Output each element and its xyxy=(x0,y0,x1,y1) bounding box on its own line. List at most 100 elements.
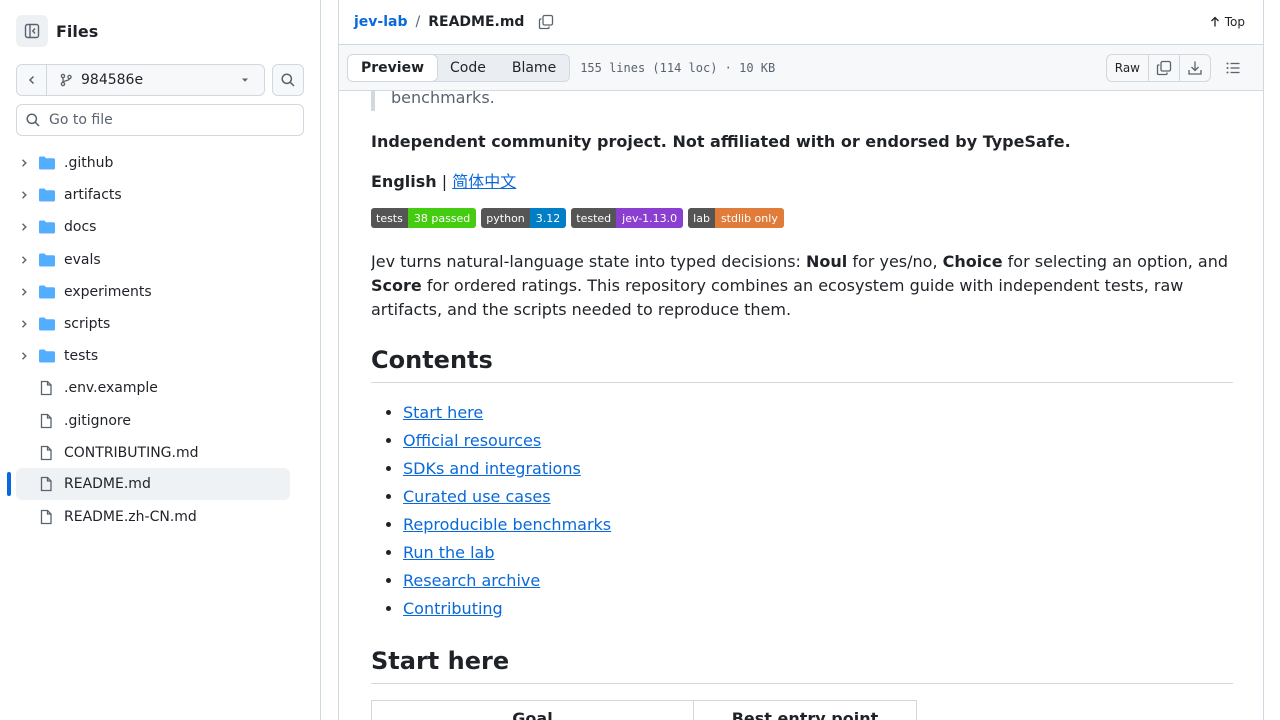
blockquote-text: benchmarks. xyxy=(391,91,495,107)
language-separator: | xyxy=(441,172,448,191)
toc-link[interactable]: Start here xyxy=(403,403,483,422)
list-outline-icon xyxy=(1226,62,1240,73)
intro-paragraph: Jev turns natural-language state into ty… xyxy=(371,250,1233,322)
tree-folder-evals[interactable]: evals xyxy=(16,244,290,276)
chevron-right-icon[interactable] xyxy=(16,319,32,329)
tree-file-env-example[interactable]: .env.example xyxy=(16,372,290,404)
file-toolbar: Preview Code Blame 155 lines (114 loc) ·… xyxy=(339,45,1263,91)
file-view: jev-lab / README.md Top Preview Code Bla… xyxy=(338,0,1264,720)
toc-link[interactable]: Run the lab xyxy=(403,543,495,562)
sidebar-title: Files xyxy=(56,21,99,41)
download-button[interactable] xyxy=(1179,54,1210,81)
arrow-up-icon xyxy=(1210,16,1219,27)
copy-path-button[interactable] xyxy=(538,14,554,30)
file-icon xyxy=(38,476,56,492)
tree-file-contributing[interactable]: CONTRIBUTING.md xyxy=(16,437,290,469)
sidebar-header: Files xyxy=(16,15,98,47)
toc-link[interactable]: SDKs and integrations xyxy=(403,459,581,478)
file-icon xyxy=(38,509,56,525)
breadcrumb: jev-lab / README.md Top xyxy=(339,0,1263,45)
top-link-label: Top xyxy=(1224,15,1245,29)
badge-row: tests 38 passed python 3.12 tested jev-1.13… xyxy=(371,208,1233,228)
badge-value: stdlib only xyxy=(714,208,784,228)
chevron-right-icon[interactable] xyxy=(16,351,32,361)
tree-folder-artifacts[interactable]: artifacts xyxy=(16,179,290,211)
sidebar-collapse-icon xyxy=(24,23,40,39)
top-link[interactable]: Top xyxy=(1209,15,1245,29)
chevron-right-icon[interactable] xyxy=(16,190,32,200)
breadcrumb-separator: / xyxy=(415,14,421,30)
contents-heading: Contents xyxy=(371,346,1233,383)
tree-folder-docs[interactable]: docs xyxy=(16,211,290,243)
badge-lab[interactable]: lab stdlib only xyxy=(688,208,784,228)
outline-button[interactable] xyxy=(1217,54,1249,82)
collapse-sidebar-button[interactable] xyxy=(16,15,48,47)
tab-blame[interactable]: Blame xyxy=(499,55,569,81)
intro-term: Score xyxy=(371,276,422,295)
tab-preview[interactable]: Preview xyxy=(347,53,439,82)
toc-link[interactable]: Contributing xyxy=(403,599,503,618)
badge-tested[interactable]: tested jev-1.13.0 xyxy=(571,208,684,228)
intro-term: Choice xyxy=(942,252,1003,271)
toc-link[interactable]: Research archive xyxy=(403,571,540,590)
list-item: Contributing xyxy=(403,595,1233,623)
selected-indicator xyxy=(7,472,11,496)
toc-link[interactable]: Reproducible benchmarks xyxy=(403,515,611,534)
tree-folder-scripts[interactable]: scripts xyxy=(16,308,290,340)
tree-folder-experiments[interactable]: experiments xyxy=(16,276,290,308)
branch-name: 984586e xyxy=(81,72,144,88)
search-icon xyxy=(26,113,40,127)
tree-folder-tests[interactable]: tests xyxy=(16,340,290,372)
language-zh-link[interactable]: 简体中文 xyxy=(452,172,516,191)
chevron-right-icon[interactable] xyxy=(16,222,32,232)
badge-value: 38 passed xyxy=(407,208,477,228)
tab-code[interactable]: Code xyxy=(437,55,499,81)
caret-down-icon xyxy=(242,78,248,82)
tree-item-label: CONTRIBUTING.md xyxy=(64,445,199,461)
toc-link[interactable]: Curated use cases xyxy=(403,487,551,506)
download-icon xyxy=(1188,61,1202,75)
go-to-file-field[interactable] xyxy=(16,104,304,136)
intro-text: for ordered ratings. This repository com… xyxy=(371,276,1184,319)
chevron-right-icon[interactable] xyxy=(16,158,32,168)
copy-raw-button[interactable] xyxy=(1148,54,1179,81)
toc-link[interactable]: Official resources xyxy=(403,431,541,450)
list-item: SDKs and integrations xyxy=(403,455,1233,483)
badge-value: jev-1.13.0 xyxy=(616,208,684,228)
chevron-right-icon[interactable] xyxy=(16,255,32,265)
table-header-goal: Goal xyxy=(371,700,694,720)
intro-term: Noul xyxy=(806,252,848,271)
disclaimer-text: Independent community project. Not affil… xyxy=(371,132,1071,151)
chevron-right-icon[interactable] xyxy=(16,287,32,297)
branch-selector[interactable]: 984586e xyxy=(16,64,265,96)
breadcrumb-file: README.md xyxy=(428,14,525,30)
intro-text: for selecting an option, and xyxy=(1002,252,1228,271)
badge-label: python xyxy=(481,208,530,228)
badge-python[interactable]: python 3.12 xyxy=(481,208,567,228)
tree-item-label: evals xyxy=(64,252,101,268)
breadcrumb-repo-link[interactable]: jev-lab xyxy=(354,14,408,30)
folder-icon xyxy=(38,316,56,332)
branch-dropdown[interactable]: 984586e xyxy=(47,65,264,95)
list-item: Curated use cases xyxy=(403,483,1233,511)
list-item: Run the lab xyxy=(403,539,1233,567)
file-actions: Raw xyxy=(1105,53,1211,82)
file-icon xyxy=(38,413,56,429)
tree-file-gitignore[interactable]: .gitignore xyxy=(16,405,290,437)
badge-value: 3.12 xyxy=(529,208,567,228)
go-to-file-input[interactable] xyxy=(49,112,289,128)
folder-icon xyxy=(38,219,56,235)
tree-folder-github[interactable]: .github xyxy=(16,147,290,179)
table-header-entry: Best entry point xyxy=(694,700,917,720)
intro-text: for yes/no, xyxy=(847,252,943,271)
raw-button[interactable]: Raw xyxy=(1107,55,1148,81)
tree-file-readme-zh[interactable]: README.zh-CN.md xyxy=(16,501,290,533)
folder-icon xyxy=(38,252,56,268)
tree-item-label: .env.example xyxy=(64,380,158,396)
badge-tests[interactable]: tests 38 passed xyxy=(371,208,477,228)
tree-file-readme[interactable]: README.md xyxy=(16,468,290,500)
badge-label: tests xyxy=(371,208,408,228)
search-files-button[interactable] xyxy=(272,64,304,96)
tree-item-label: experiments xyxy=(64,284,152,300)
back-button[interactable] xyxy=(17,65,47,95)
